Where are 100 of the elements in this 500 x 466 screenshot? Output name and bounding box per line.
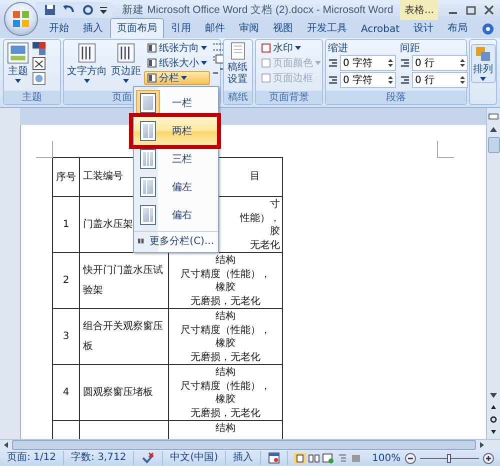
columns-lines-icon <box>116 42 136 64</box>
zoom-out-icon[interactable] <box>404 452 416 464</box>
spinner-arrows-icon[interactable] <box>460 75 465 85</box>
ribbon-tab[interactable]: 布局 <box>440 18 475 38</box>
scroll-thumb[interactable] <box>488 137 500 153</box>
ribbon-tab[interactable]: 插入 <box>76 18 110 38</box>
color-swatch-icon[interactable] <box>32 42 46 55</box>
page-icon <box>147 73 157 83</box>
ribbon-large-button[interactable]: 页边距 <box>110 41 142 84</box>
arrange-icon <box>475 46 491 62</box>
ribbon-small-button[interactable]: 水印 <box>258 41 324 55</box>
previous-page-icon[interactable] <box>488 403 499 412</box>
ribbon-tab[interactable]: 审阅 <box>232 18 266 38</box>
help-icon[interactable] <box>482 23 494 35</box>
page-icon <box>147 58 157 68</box>
table-cell: 1 <box>52 196 80 252</box>
line-numbers-icon[interactable] <box>212 54 226 64</box>
save-icon[interactable] <box>44 4 56 16</box>
caret-icon <box>480 77 486 81</box>
browse-object-icon[interactable] <box>488 415 499 424</box>
section-label: 间距 <box>400 42 421 54</box>
office-logo-icon <box>12 10 30 28</box>
caret-icon <box>84 79 90 83</box>
caret-icon <box>201 61 207 65</box>
zoom-in-icon[interactable] <box>483 452 494 464</box>
menu-item[interactable]: 更多分栏(C)... <box>134 231 218 250</box>
section-label: 缩进 <box>328 42 349 54</box>
themes-icon <box>7 42 29 64</box>
paper-icon <box>230 42 246 60</box>
language-indicator[interactable]: 中文(中国) <box>163 451 226 465</box>
ribbon-tab[interactable]: 设计 <box>406 18 441 38</box>
proofing-icon[interactable] <box>141 452 156 464</box>
page-count[interactable]: 页面: 1/12 <box>0 451 64 465</box>
scroll-thumb[interactable] <box>12 440 476 450</box>
effects-icon[interactable] <box>32 72 46 85</box>
crop-mark <box>437 141 454 158</box>
page-icon <box>147 43 157 53</box>
next-page-icon[interactable] <box>488 427 499 436</box>
ribbon-tab[interactable]: 页面布局 <box>110 18 164 38</box>
ribbon-tab[interactable]: 邮件 <box>198 18 232 38</box>
breaks-icon[interactable] <box>212 42 226 52</box>
group-label: 页面背景 <box>256 91 322 104</box>
customize-icon[interactable] <box>100 6 107 14</box>
ruler-toggle-icon[interactable] <box>488 111 499 122</box>
ribbon-tab[interactable]: 引用 <box>164 18 198 38</box>
horizontal-scrollbar[interactable] <box>0 439 500 450</box>
spin-field[interactable]: 0 字符 <box>340 72 396 88</box>
two-columns-icon <box>138 236 144 246</box>
print-layout-view-icon[interactable] <box>294 452 306 464</box>
spinner-arrows-icon[interactable] <box>388 58 393 68</box>
zoom-level[interactable]: 100% <box>368 452 405 464</box>
table-cell: 4 <box>52 364 80 420</box>
ribbon-tab[interactable]: Acrobat <box>354 21 407 38</box>
spinner-arrows-icon[interactable] <box>388 75 393 85</box>
ribbon-small-button[interactable]: 纸张方向 <box>144 41 210 55</box>
table-header-cell: 序号 <box>52 158 80 196</box>
table-cell: 3 <box>52 308 80 364</box>
ribbon-small-button[interactable]: 分栏 <box>144 71 210 85</box>
spinner-arrows-icon[interactable] <box>460 58 465 68</box>
themes-button[interactable]: 主题 <box>6 41 30 84</box>
slider-thumb[interactable] <box>447 454 452 462</box>
web-layout-view-icon[interactable] <box>322 452 334 464</box>
font-icon[interactable] <box>32 57 46 70</box>
table-cell: 2 <box>52 252 80 308</box>
ribbon-small-button[interactable]: 纸张大小 <box>144 56 210 70</box>
table-cell: 组合开关观察窗压板 <box>80 308 168 364</box>
close-icon[interactable] <box>484 5 494 15</box>
spin-field[interactable]: 0 字符 <box>340 55 396 71</box>
columns-lines-icon <box>77 42 97 64</box>
caret-icon <box>123 79 129 83</box>
macro-record-icon[interactable] <box>268 452 280 464</box>
paragraph-spacing-icon <box>400 58 410 68</box>
context-tab-label[interactable]: 表格... <box>400 0 438 20</box>
paragraph-spacing-icon <box>328 75 338 85</box>
group-label: 主题 <box>4 91 60 104</box>
insert-mode-indicator[interactable]: 插入 <box>226 451 262 465</box>
table-cell: 圆观察窗压堵板 <box>80 364 168 420</box>
scroll-up-icon[interactable] <box>488 125 499 134</box>
group-label: 稿纸 <box>224 91 252 104</box>
group-label: 段落 <box>326 91 466 104</box>
ribbon-tab[interactable]: 开发工具 <box>300 18 354 38</box>
word-count[interactable]: 字数: 3,712 <box>64 451 134 465</box>
ribbon-tab[interactable]: 开始 <box>42 18 76 38</box>
spin-field[interactable]: 0 行 <box>412 72 468 88</box>
paragraph-spacing-icon <box>400 75 410 85</box>
scroll-down-icon[interactable] <box>488 391 499 400</box>
ribbon-tab[interactable]: 视图 <box>266 18 300 38</box>
vertical-scrollbar[interactable] <box>486 108 500 439</box>
caret-icon <box>181 76 187 80</box>
maximize-icon[interactable] <box>466 5 476 15</box>
draft-paper-button[interactable]: 稿纸设置 <box>226 41 249 87</box>
reading-view-icon[interactable] <box>308 452 320 464</box>
ribbon-large-button[interactable]: 文字方向 <box>66 41 108 84</box>
paragraph-spacing-icon <box>328 58 338 68</box>
caret-icon <box>201 46 207 50</box>
table-cell: 结构 尺寸精度（性能）， 橡胶 无磨损，无老化 <box>168 364 282 420</box>
window-title: 新建 Microsoft Office Word 文档 (2).docx - Microsoft Word <box>121 3 394 17</box>
crop-mark <box>36 141 53 158</box>
spin-field[interactable]: 0 行 <box>412 55 468 71</box>
arrange-button[interactable]: 排列 <box>470 44 496 83</box>
